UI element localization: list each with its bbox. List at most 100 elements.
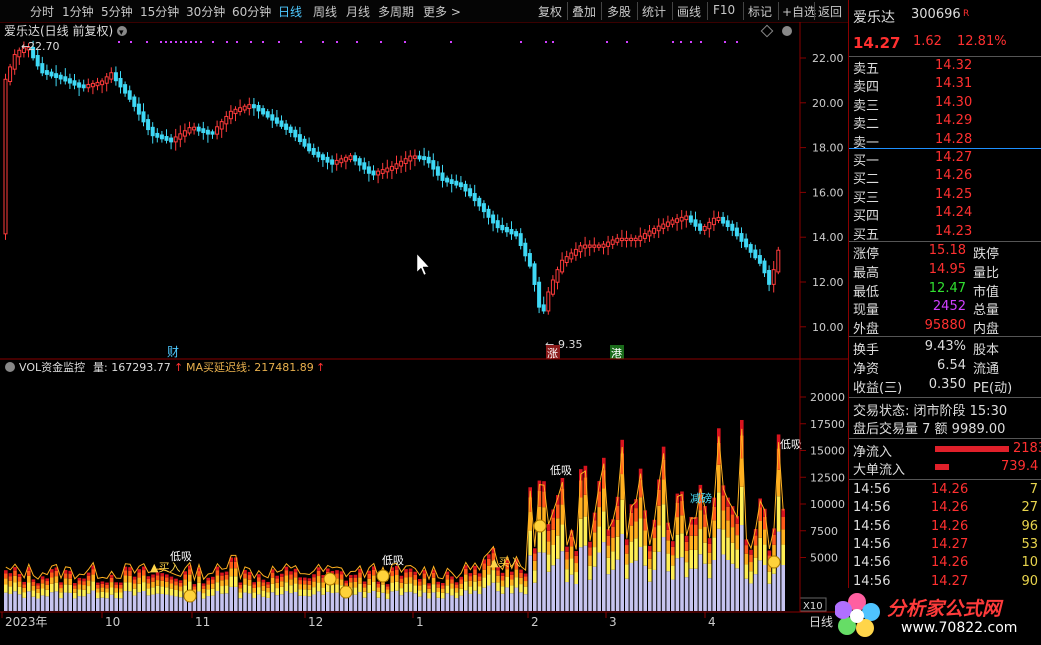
candle-body — [679, 216, 684, 222]
tab-more[interactable]: 更多 > — [423, 3, 461, 20]
tab-15min[interactable]: 15分钟 — [140, 3, 179, 20]
volume-bar-segment — [390, 582, 394, 592]
volume-bar-segment — [519, 569, 523, 573]
ask-price: 14.29 — [935, 113, 973, 129]
divider — [567, 2, 568, 20]
volume-bar-segment — [229, 561, 233, 569]
candle-body — [270, 114, 275, 121]
volume-bar-segment — [597, 507, 601, 527]
volume-bar-segment — [4, 570, 8, 574]
volume-bar-segment — [298, 577, 302, 581]
restore-rights-button[interactable]: 复权 — [538, 3, 562, 20]
volume-bar-segment — [569, 536, 574, 547]
volume-bar-segment — [174, 578, 178, 582]
volume-bar-segment — [22, 592, 26, 598]
volume-bar-segment — [266, 597, 270, 611]
settings-icon[interactable] — [782, 26, 792, 36]
settings-icon[interactable] — [5, 362, 15, 372]
finance-marker[interactable]: 财 — [167, 345, 179, 359]
mark-button[interactable]: 标记 — [748, 3, 772, 20]
candle-body — [721, 216, 726, 224]
volume-bar-segment — [13, 567, 17, 571]
signal-dot — [190, 41, 192, 43]
separator — [849, 336, 1041, 337]
volume-bar-segment — [17, 586, 22, 595]
tab-5min[interactable]: 5分钟 — [101, 3, 133, 20]
volume-bar-segment — [533, 582, 537, 611]
tab-daily[interactable]: 日线 — [278, 3, 302, 20]
volume-bar-segment — [454, 584, 459, 589]
volume-bar-segment — [781, 516, 785, 530]
multi-stock-button[interactable]: 多股 — [607, 3, 631, 20]
candle-body — [63, 76, 68, 82]
volume-bar-segment — [197, 571, 201, 577]
tab-monthly[interactable]: 月线 — [346, 3, 370, 20]
volume-bar-segment — [744, 553, 749, 565]
volume-bar-segment — [105, 598, 109, 611]
volume-bar-segment — [523, 594, 528, 611]
volume-bar-segment — [298, 589, 302, 596]
candle-body — [49, 71, 54, 77]
kline-chart[interactable]: 爱乐达(日线 前复权) ▾ 22.00 20.00 18.00 16.00 14.00 1… — [0, 22, 848, 642]
limit-up-marker[interactable]: 涨 — [547, 347, 558, 360]
volume-bar-segment — [735, 568, 739, 611]
volume-bar-segment — [353, 574, 358, 578]
volume-bar-segment — [280, 581, 284, 587]
back-button[interactable]: 返回 — [818, 3, 842, 20]
volume-tick-label: 10000 — [810, 498, 845, 511]
x10-badge[interactable]: X10 — [803, 601, 823, 612]
volume-bar-segment — [753, 545, 758, 558]
volume-bar-segment — [243, 592, 247, 611]
signal-dot — [226, 41, 228, 43]
candle-body — [297, 134, 302, 143]
volume-bar-segment — [142, 575, 146, 583]
candle-body — [532, 263, 537, 285]
volume-bar-segment — [661, 537, 666, 611]
volume-bar-segment — [178, 597, 183, 611]
volume-bar-segment — [238, 588, 243, 593]
smiley-icon — [376, 569, 390, 583]
volume-tick-label: 17500 — [810, 418, 845, 431]
volume-bar-segment — [13, 575, 17, 583]
volume-bar-segment — [224, 574, 229, 580]
volume-bar-segment — [96, 592, 100, 599]
volume-bar-segment — [109, 594, 114, 611]
overlay-button[interactable]: 叠加 — [572, 3, 596, 20]
volume-bar-segment — [459, 595, 463, 611]
candle-body — [371, 170, 376, 176]
tab-multi-period[interactable]: 多周期 — [378, 3, 414, 20]
tab-1min[interactable]: 1分钟 — [62, 3, 94, 20]
volume-tick-label: 15000 — [810, 445, 845, 458]
volume-bar-segment — [698, 529, 703, 555]
draw-line-button[interactable]: 画线 — [677, 3, 701, 20]
add-watchlist-button[interactable]: +自选 — [782, 3, 816, 20]
volume-bar-segment — [123, 582, 128, 592]
tab-weekly[interactable]: 周线 — [313, 3, 337, 20]
volume-bar-segment — [151, 581, 155, 588]
volume-bar-segment — [436, 587, 440, 593]
volume-bar-segment — [615, 505, 620, 520]
candle-body — [468, 188, 473, 197]
candle-body — [656, 225, 661, 232]
volume-bar-segment — [275, 595, 279, 611]
f10-button[interactable]: F10 — [713, 3, 735, 17]
volume-bar-segment — [372, 575, 376, 582]
tab-30min[interactable]: 30分钟 — [186, 3, 225, 20]
tab-fenshi[interactable]: 分时 — [30, 3, 54, 20]
candle-body — [178, 133, 183, 140]
bid-label: 买二 — [853, 172, 880, 188]
statistics-button[interactable]: 统计 — [642, 3, 666, 20]
ask-row: 卖五 14.32 — [853, 58, 1041, 77]
diamond-icon[interactable] — [760, 24, 774, 38]
tab-60min[interactable]: 60分钟 — [232, 3, 271, 20]
volume-bar-segment — [477, 594, 482, 611]
volume-bar-segment — [726, 537, 730, 560]
volume-bar-segment — [270, 572, 275, 578]
volume-bar-segment — [473, 574, 477, 582]
volume-bar-segment — [91, 569, 95, 575]
volume-bar-segment — [454, 598, 459, 611]
volume-bar-segment — [487, 574, 491, 586]
volume-bar-segment — [220, 586, 224, 594]
hk-connect-marker[interactable]: 港 — [611, 347, 622, 360]
volume-bar-segment — [574, 584, 578, 611]
